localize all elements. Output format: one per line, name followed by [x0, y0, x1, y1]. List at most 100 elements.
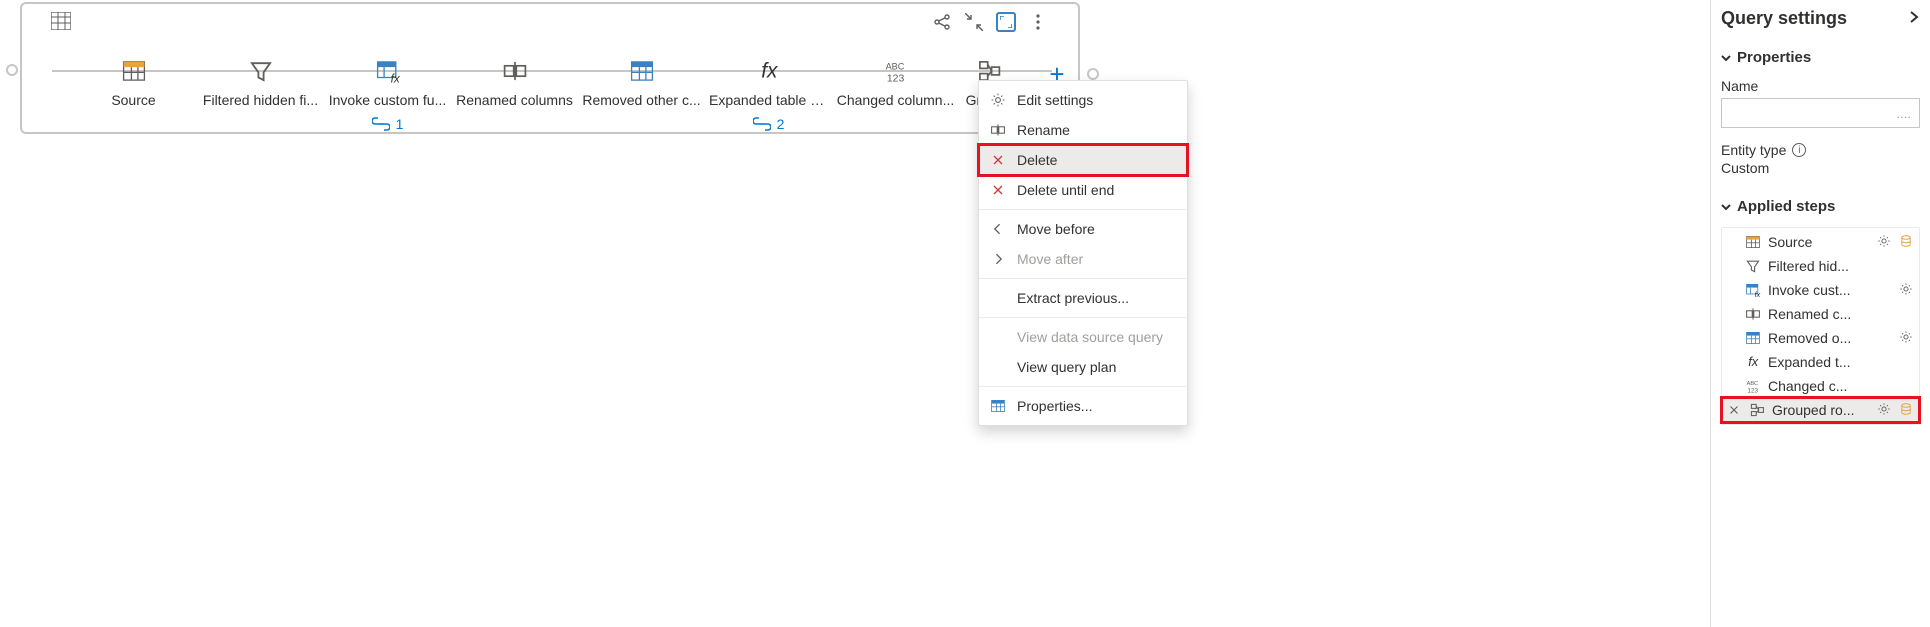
gear-icon[interactable]	[1877, 402, 1893, 419]
applied-step-label: Expanded t...	[1768, 354, 1915, 370]
frame-table-icon	[51, 12, 71, 33]
diagram-step[interactable]: Removed other c...	[578, 56, 705, 108]
database-icon	[1899, 234, 1915, 251]
table-orange-icon	[117, 56, 151, 86]
info-icon[interactable]: i	[1792, 143, 1806, 157]
step-label: Renamed columns	[451, 92, 578, 108]
gear-icon[interactable]	[1899, 282, 1915, 299]
delete-step-icon[interactable]	[1726, 403, 1742, 417]
menu-separator	[979, 317, 1187, 318]
properties-label: Properties	[1737, 49, 1811, 66]
fullscreen-icon[interactable]	[996, 12, 1016, 32]
diagram-step[interactable]: Source	[70, 56, 197, 108]
diagram-step[interactable]: fx Invoke custom fu... 1	[324, 56, 451, 132]
properties-section-head[interactable]: Properties	[1721, 49, 1920, 66]
applied-step[interactable]: ABC123Changed c...	[1722, 374, 1919, 398]
svg-text:123: 123	[1747, 387, 1758, 394]
applied-step[interactable]: Removed o...	[1722, 326, 1919, 350]
table-blue-icon	[989, 397, 1007, 415]
menu-item-properties-[interactable]: Properties...	[979, 391, 1187, 421]
menu-item-view-data-source-query: View data source query	[979, 322, 1187, 352]
chevron-down-icon	[1721, 53, 1731, 63]
menu-item-label: Delete until end	[1017, 182, 1114, 198]
pane-title-row: Query settings	[1721, 8, 1920, 29]
svg-text:fx: fx	[1748, 354, 1759, 369]
menu-item-label: View data source query	[1017, 329, 1163, 345]
chev-right-icon	[989, 250, 1007, 268]
menu-item-delete-until-end[interactable]: Delete until end	[979, 175, 1187, 205]
menu-item-label: View query plan	[1017, 359, 1116, 375]
menu-item-move-after: Move after	[979, 244, 1187, 274]
table-fx-icon: fx	[1744, 281, 1762, 299]
gear-icon[interactable]	[1877, 234, 1893, 251]
diagram-step[interactable]: ABC123 Changed column...	[832, 56, 959, 108]
svg-text:fx: fx	[761, 60, 778, 83]
chevron-down-icon	[1721, 202, 1731, 212]
fx-icon: fx	[752, 56, 786, 86]
x-icon	[989, 151, 1007, 169]
abc123-icon: ABC123	[879, 56, 913, 86]
table-blue-icon	[1744, 329, 1762, 347]
svg-text:ABC: ABC	[885, 62, 904, 72]
gear-icon[interactable]	[1899, 330, 1915, 347]
abc123-icon: ABC123	[1744, 377, 1762, 395]
menu-separator	[979, 209, 1187, 210]
diagram-step[interactable]: Renamed columns	[451, 56, 578, 108]
spacer-icon	[989, 358, 1007, 376]
diagram-step[interactable]: Filtered hidden fi...	[197, 56, 324, 108]
menu-item-label: Move before	[1017, 221, 1095, 237]
entity-type-row: Entity type i	[1721, 142, 1920, 158]
menu-item-delete[interactable]: Delete	[979, 145, 1187, 175]
collapse-icon[interactable]	[964, 12, 984, 32]
step-context-menu: Edit settings Rename Delete Delete until en…	[978, 80, 1188, 426]
name-input[interactable]	[1721, 98, 1920, 128]
applied-steps-head[interactable]: Applied steps	[1721, 198, 1920, 215]
applied-step[interactable]: Filtered hid...	[1722, 254, 1919, 278]
applied-step[interactable]: fx Invoke cust...	[1722, 278, 1919, 302]
diagram-step[interactable]: fx Expanded table c... 2	[705, 56, 832, 132]
menu-item-extract-previous-[interactable]: Extract previous...	[979, 283, 1187, 313]
entity-type-label: Entity type	[1721, 142, 1786, 158]
menu-item-label: Rename	[1017, 122, 1070, 138]
applied-steps-list: Source Filtered hid... fx Invoke cust... Ren…	[1721, 227, 1920, 425]
entity-type-value: Custom	[1721, 160, 1920, 176]
applied-step[interactable]: Source	[1722, 230, 1919, 254]
step-label: Changed column...	[832, 92, 959, 108]
gear-icon	[989, 91, 1007, 109]
step-label: Filtered hidden fi...	[197, 92, 324, 108]
menu-item-rename[interactable]: Rename	[979, 115, 1187, 145]
x-icon	[989, 181, 1007, 199]
group-icon	[1748, 401, 1766, 419]
applied-step[interactable]: Grouped ro...	[1722, 398, 1919, 422]
menu-item-edit-settings[interactable]: Edit settings	[979, 85, 1187, 115]
table-blue-icon	[625, 56, 659, 86]
applied-step[interactable]: fx Expanded t...	[1722, 350, 1919, 374]
applied-step[interactable]: Renamed c...	[1722, 302, 1919, 326]
applied-steps-label: Applied steps	[1737, 198, 1835, 215]
chev-left-icon	[989, 220, 1007, 238]
rename-icon	[989, 121, 1007, 139]
menu-item-move-before[interactable]: Move before	[979, 214, 1187, 244]
more-icon[interactable]	[1028, 12, 1048, 32]
diagram-steps-row: Source Filtered hidden fi... fx Invoke c…	[70, 56, 1019, 132]
menu-item-view-query-plan[interactable]: View query plan	[979, 352, 1187, 382]
spacer-icon	[989, 289, 1007, 307]
applied-step-label: Grouped ro...	[1772, 402, 1871, 418]
step-link-badge[interactable]: 1	[372, 116, 404, 132]
table-orange-icon	[1744, 233, 1762, 251]
pane-title: Query settings	[1721, 8, 1847, 29]
step-link-badge[interactable]: 2	[753, 116, 785, 132]
share-icon[interactable]	[932, 12, 952, 32]
applied-step-label: Invoke cust...	[1768, 282, 1893, 298]
pane-collapse-icon[interactable]	[1908, 8, 1920, 29]
rename-icon	[1744, 305, 1762, 323]
svg-text:fx: fx	[1755, 290, 1761, 298]
step-label: Removed other c...	[578, 92, 705, 108]
diagram-start-handle[interactable]	[6, 64, 18, 76]
applied-step-label: Filtered hid...	[1768, 258, 1915, 274]
step-label: Invoke custom fu...	[324, 92, 451, 108]
diagram-end-handle[interactable]	[1087, 68, 1099, 80]
applied-step-label: Removed o...	[1768, 330, 1893, 346]
funnel-icon	[1744, 257, 1762, 275]
svg-text:ABC: ABC	[1747, 381, 1759, 387]
